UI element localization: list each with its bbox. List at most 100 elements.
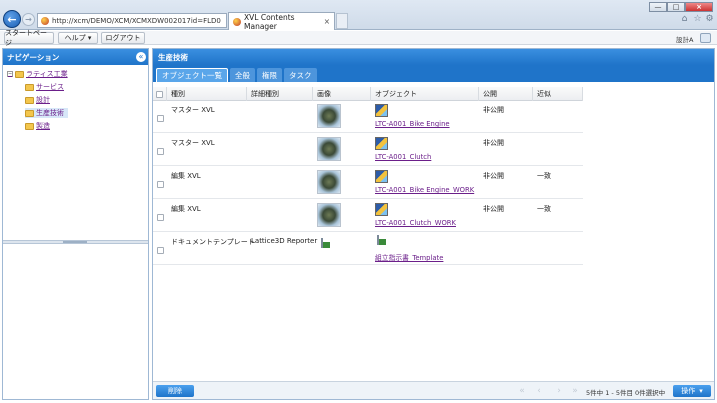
model-thumbnail[interactable] bbox=[317, 170, 341, 194]
folder-icon bbox=[25, 83, 34, 91]
row-type: マスター XVL bbox=[171, 139, 215, 147]
tab-object-list[interactable]: オブジェクト一覧 bbox=[156, 68, 228, 82]
address-url: http://xcm/DEMO/XCM/XCMXDW002017id=FLD0 bbox=[52, 16, 221, 25]
xvl-file-icon bbox=[375, 104, 388, 117]
table-row[interactable]: マスター XVL LTC-A001_Clutch 非公開 bbox=[153, 134, 583, 166]
logout-button[interactable]: ログアウト bbox=[101, 32, 145, 44]
object-link[interactable]: LTC-A001_Clutch bbox=[375, 153, 431, 161]
operation-menu-button[interactable]: 操作 ▾ bbox=[673, 385, 711, 397]
grid-header: 種別 詳細種別 画像 オブジェクト 公開 近似 bbox=[153, 87, 583, 101]
row-publish: 非公開 bbox=[483, 205, 504, 213]
row-checkbox[interactable] bbox=[157, 247, 164, 254]
browser-tab[interactable]: XVL Contents Manager × bbox=[228, 12, 335, 31]
site-favicon-icon bbox=[41, 16, 49, 25]
document-template-icon[interactable] bbox=[321, 238, 323, 248]
navigation-title: ナビゲーション bbox=[7, 52, 60, 62]
delete-button[interactable]: 削除 bbox=[156, 385, 194, 397]
forward-arrow-icon[interactable]: → bbox=[22, 13, 35, 26]
table-row[interactable]: マスター XVL LTC-A001_Bike Engine 非公開 bbox=[153, 101, 583, 133]
row-publish: 非公開 bbox=[483, 172, 504, 180]
folder-icon bbox=[25, 109, 34, 117]
column-publish[interactable]: 公開 bbox=[479, 87, 533, 101]
splitter-grip[interactable] bbox=[63, 241, 87, 243]
page-info: 5件中 1 - 5件目 0件選択中 bbox=[586, 389, 666, 397]
panel-splitter[interactable] bbox=[3, 240, 148, 244]
row-type: 編集 XVL bbox=[171, 172, 201, 180]
home-icon[interactable]: ⌂ bbox=[679, 14, 690, 25]
select-all-checkbox[interactable] bbox=[156, 90, 163, 98]
tab-general[interactable]: 全般 bbox=[230, 68, 255, 82]
collapse-panel-icon[interactable]: « bbox=[136, 52, 146, 62]
tab-close-icon[interactable]: × bbox=[324, 17, 330, 26]
tab-tasks[interactable]: タスク bbox=[284, 68, 317, 82]
settings-gear-icon[interactable]: ⚙ bbox=[704, 14, 715, 25]
window-minimize-button[interactable]: — bbox=[649, 2, 667, 12]
user-settings-icon[interactable] bbox=[700, 33, 711, 43]
prev-page-icon[interactable]: ‹ bbox=[534, 385, 544, 397]
main-header: 生産技術 bbox=[153, 49, 714, 65]
tree-node-service[interactable]: サービス bbox=[25, 82, 64, 92]
column-detail-type[interactable]: 詳細種別 bbox=[247, 87, 313, 101]
main-panel: 生産技術 オブジェクト一覧 全般 権限 タスク 種別 詳細種別 画像 オブジェク… bbox=[152, 48, 715, 400]
table-row[interactable]: ドキュメントテンプレート Lattice3D Reporter 組立指示書_Te… bbox=[153, 233, 583, 265]
app-menubar: スタートページ ヘルプ ▾ ログアウト 設計A bbox=[0, 29, 717, 47]
tree-node-label: ラティス工業 bbox=[26, 70, 68, 78]
template-file-icon bbox=[377, 235, 379, 245]
row-type: マスター XVL bbox=[171, 106, 215, 114]
column-approx[interactable]: 近似 bbox=[533, 87, 583, 101]
row-checkbox[interactable] bbox=[157, 148, 164, 155]
model-thumbnail[interactable] bbox=[317, 137, 341, 161]
window-maximize-button[interactable]: □ bbox=[667, 2, 685, 12]
row-publish: 非公開 bbox=[483, 139, 504, 147]
help-menu-button[interactable]: ヘルプ ▾ bbox=[58, 32, 98, 44]
row-approx: 一致 bbox=[537, 172, 551, 180]
row-approx: 一致 bbox=[537, 205, 551, 213]
object-link[interactable]: LTC-A001_Clutch_WORK bbox=[375, 219, 456, 227]
table-row[interactable]: 編集 XVL LTC-A001_Bike Engine_WORK 非公開 一致 bbox=[153, 167, 583, 199]
row-publish: 非公開 bbox=[483, 106, 504, 114]
navigation-panel: ナビゲーション « − ラティス工業 サービス 設計 生産技術 製造 bbox=[2, 48, 149, 400]
table-row[interactable]: 編集 XVL LTC-A001_Clutch_WORK 非公開 一致 bbox=[153, 200, 583, 232]
tab-favicon-icon bbox=[233, 17, 241, 26]
favorites-star-icon[interactable]: ☆ bbox=[692, 14, 703, 25]
tree-node-design[interactable]: 設計 bbox=[25, 95, 50, 105]
tree-node-label: 生産技術 bbox=[36, 109, 64, 117]
tree-node-production-engineering[interactable]: 生産技術 bbox=[25, 108, 68, 118]
first-page-icon[interactable]: « bbox=[517, 385, 527, 397]
address-bar[interactable]: http://xcm/DEMO/XCM/XCMXDW002017id=FLD0 bbox=[37, 13, 227, 28]
tree-node-manufacturing[interactable]: 製造 bbox=[25, 121, 50, 131]
back-arrow-icon[interactable]: ← bbox=[3, 10, 21, 28]
object-link[interactable]: LTC-A001_Bike Engine bbox=[375, 120, 450, 128]
column-type[interactable]: 種別 bbox=[167, 87, 247, 101]
column-image[interactable]: 画像 bbox=[313, 87, 371, 101]
chevron-down-icon: ▾ bbox=[699, 387, 703, 395]
model-thumbnail[interactable] bbox=[317, 104, 341, 128]
model-thumbnail[interactable] bbox=[317, 203, 341, 227]
window-close-button[interactable]: × bbox=[685, 2, 713, 12]
tree-expander-icon[interactable]: − bbox=[7, 71, 13, 77]
folder-icon bbox=[15, 70, 24, 78]
object-link[interactable]: LTC-A001_Bike Engine_WORK bbox=[375, 186, 474, 194]
tab-permissions[interactable]: 権限 bbox=[257, 68, 282, 82]
browser-chrome: ← → http://xcm/DEMO/XCM/XCMXDW002017id=F… bbox=[0, 0, 717, 31]
new-tab-button[interactable] bbox=[336, 13, 348, 29]
row-checkbox[interactable] bbox=[157, 115, 164, 122]
start-page-button[interactable]: スタートページ bbox=[4, 29, 54, 47]
object-link[interactable]: 組立指示書_Template bbox=[375, 252, 443, 262]
next-page-icon[interactable]: › bbox=[554, 385, 564, 397]
last-page-icon[interactable]: » bbox=[570, 385, 580, 397]
operation-button-label: 操作 bbox=[681, 387, 696, 395]
row-type: 編集 XVL bbox=[171, 205, 201, 213]
tree-node-label: 設計 bbox=[36, 96, 50, 104]
tab-bar: オブジェクト一覧 全般 権限 タスク bbox=[153, 65, 714, 82]
xvl-file-icon bbox=[375, 203, 388, 216]
row-checkbox[interactable] bbox=[157, 214, 164, 221]
column-object[interactable]: オブジェクト bbox=[371, 87, 479, 101]
page-title: 生産技術 bbox=[158, 52, 188, 62]
select-all-cell bbox=[153, 87, 167, 101]
user-name: 設計A bbox=[676, 36, 694, 44]
tree-node-root[interactable]: − ラティス工業 bbox=[7, 69, 68, 79]
folder-tree: − ラティス工業 サービス 設計 生産技術 製造 bbox=[3, 65, 148, 241]
row-checkbox[interactable] bbox=[157, 181, 164, 188]
navigation-header: ナビゲーション bbox=[3, 49, 148, 65]
